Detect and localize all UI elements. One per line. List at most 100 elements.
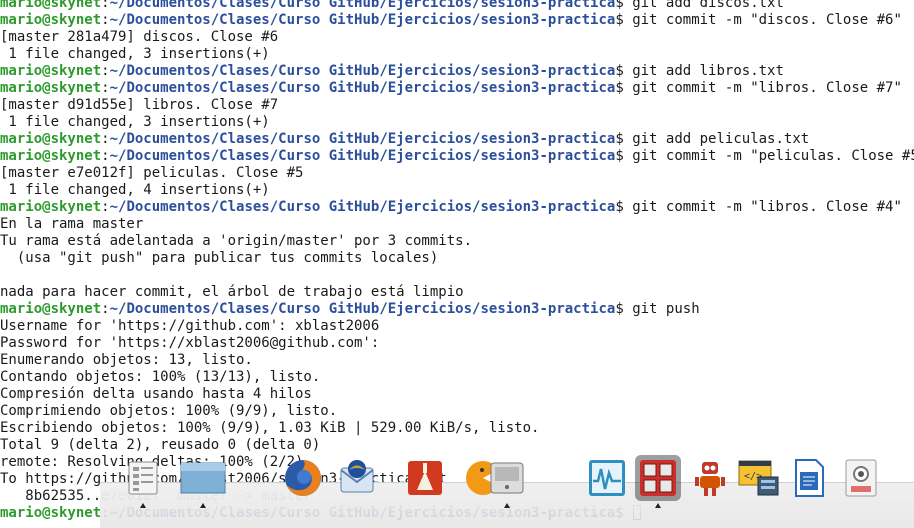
output-text: Password for 'https://xblast2006@github.… (0, 335, 380, 351)
disk-drive-launcher[interactable] (484, 455, 530, 508)
bleachbit-icon (404, 457, 446, 499)
command-line: mario@skynet:~/Documentos/Clases/Curso G… (0, 0, 914, 12)
prompt-user: mario@skynet (0, 131, 102, 147)
prompt-symbol: $ (615, 131, 633, 147)
output-text: Enumerando objetos: 13, listo. (0, 352, 253, 368)
firefox-icon (282, 457, 324, 499)
command-line: mario@skynet:~/Documentos/Clases/Curso G… (0, 148, 914, 165)
robot-launcher[interactable] (687, 455, 733, 501)
running-indicator (200, 503, 206, 508)
web-editor-launcher[interactable]: </> (736, 455, 782, 501)
command-line: mario@skynet:~/Documentos/Clases/Curso G… (0, 131, 914, 148)
output-text: [master d91d55e] libros. Close #7 (0, 97, 279, 113)
prompt-separator: : (101, 148, 110, 164)
prompt-path: ~/Documentos/Clases/Curso GitHub/Ejercic… (109, 199, 616, 215)
prompt-symbol: $ (615, 80, 633, 96)
output-line: En la rama master (0, 216, 914, 233)
bleachbit-launcher[interactable] (402, 455, 448, 501)
terminal-icon (638, 458, 678, 498)
disk-drive-icon (486, 457, 528, 499)
prompt-user: mario@skynet (0, 63, 102, 79)
writer-icon (788, 457, 830, 499)
output-line: (usa "git push" para publicar tus commit… (0, 250, 914, 267)
output-line: Tu rama está adelantada a 'origin/master… (0, 233, 914, 250)
web-editor-icon: </> (736, 457, 782, 499)
command-line: mario@skynet:~/Documentos/Clases/Curso G… (0, 199, 914, 216)
prompt-symbol: $ (615, 0, 633, 11)
robot-icon (689, 457, 731, 499)
output-text: En la rama master (0, 216, 144, 232)
output-text: Tu rama está adelantada a 'origin/master… (0, 233, 473, 249)
output-line: 1 file changed, 3 insertions(+) (0, 46, 914, 63)
command-line: mario@skynet:~/Documentos/Clases/Curso G… (0, 80, 914, 97)
running-indicator (140, 503, 146, 508)
terminal-launcher[interactable] (635, 455, 681, 508)
command-text: git push (632, 301, 700, 317)
output-line: nada para hacer commit, el árbol de trab… (0, 284, 914, 301)
prompt-path: ~/Documentos/Clases/Curso GitHub/Ejercic… (109, 301, 616, 317)
dock: </> (100, 455, 914, 528)
prompt-symbol: $ (615, 63, 633, 79)
prompt-user: mario@skynet (0, 301, 102, 317)
system-monitor-icon (586, 457, 628, 499)
output-line: [master e7e012f] peliculas. Close #5 (0, 165, 914, 182)
screenshot-launcher[interactable] (838, 455, 884, 501)
terminal-output[interactable]: mario@skynet:~/Documentos/Clases/Curso G… (0, 0, 914, 522)
files-launcher[interactable] (120, 455, 166, 508)
output-line: [master d91d55e] libros. Close #7 (0, 97, 914, 114)
prompt-path: ~/Documentos/Clases/Curso GitHub/Ejercic… (109, 63, 616, 79)
command-text: git add discos.txt (632, 0, 784, 11)
window-preview-launcher[interactable] (180, 455, 226, 508)
output-text: Escribiendo objetos: 100% (9/9), 1.03 Ki… (0, 420, 540, 436)
command-line: mario@skynet:~/Documentos/Clases/Curso G… (0, 63, 914, 80)
thunderbird-launcher[interactable] (334, 455, 380, 501)
output-text: Contando objetos: 100% (13/13), listo. (0, 369, 321, 385)
prompt-user: mario@skynet (0, 80, 102, 96)
command-text: git commit -m "peliculas. Close #5" (632, 148, 914, 164)
prompt-user: mario@skynet (0, 148, 102, 164)
prompt-symbol: $ (615, 12, 633, 28)
prompt-path: ~/Documentos/Clases/Curso GitHub/Ejercic… (109, 12, 616, 28)
command-line: mario@skynet:~/Documentos/Clases/Curso G… (0, 301, 914, 318)
output-line: 1 file changed, 3 insertions(+) (0, 114, 914, 131)
output-text: 1 file changed, 3 insertions(+) (0, 114, 270, 130)
command-line: mario@skynet:~/Documentos/Clases/Curso G… (0, 12, 914, 29)
files-icon (123, 458, 163, 498)
command-text: git commit -m "discos. Close #6" (632, 12, 902, 28)
output-line: Contando objetos: 100% (13/13), listo. (0, 369, 914, 386)
output-line: 1 file changed, 4 insertions(+) (0, 182, 914, 199)
output-text: 1 file changed, 3 insertions(+) (0, 46, 270, 62)
prompt-user: mario@skynet (0, 199, 102, 215)
prompt-separator: : (101, 0, 110, 11)
window-preview-icon (180, 460, 226, 496)
prompt-path: ~/Documentos/Clases/Curso GitHub/Ejercic… (109, 0, 616, 11)
firefox-launcher[interactable] (280, 455, 326, 501)
writer-launcher[interactable] (786, 455, 832, 501)
prompt-symbol: $ (615, 199, 633, 215)
prompt-path: ~/Documentos/Clases/Curso GitHub/Ejercic… (109, 131, 616, 147)
output-line: [master 281a479] discos. Close #6 (0, 29, 914, 46)
output-line: Username for 'https://github.com': xblas… (0, 318, 914, 335)
output-line: Comprimiendo objetos: 100% (9/9), listo. (0, 403, 914, 420)
system-monitor-launcher[interactable] (584, 455, 630, 501)
prompt-path: ~/Documentos/Clases/Curso GitHub/Ejercic… (109, 148, 616, 164)
output-text: Username for 'https://github.com': xblas… (0, 318, 380, 334)
prompt-separator: : (101, 63, 110, 79)
output-text: Comprimiendo objetos: 100% (9/9), listo. (0, 403, 338, 419)
output-text: [master e7e012f] peliculas. Close #5 (0, 165, 304, 181)
output-text: Compresión delta usando hasta 4 hilos (0, 386, 312, 402)
screenshot-icon (840, 457, 882, 499)
output-text: 1 file changed, 4 insertions(+) (0, 182, 270, 198)
prompt-user: mario@skynet (0, 505, 102, 521)
prompt-separator: : (101, 12, 110, 28)
output-text: [master 281a479] discos. Close #6 (0, 29, 279, 45)
prompt-symbol: $ (615, 148, 633, 164)
output-line: Password for 'https://xblast2006@github.… (0, 335, 914, 352)
prompt-separator: : (101, 301, 110, 317)
command-text: git add peliculas.txt (632, 131, 810, 147)
output-line: Enumerando objetos: 13, listo. (0, 352, 914, 369)
output-line: Escribiendo objetos: 100% (9/9), 1.03 Ki… (0, 420, 914, 437)
prompt-separator: : (101, 199, 110, 215)
prompt-symbol: $ (615, 301, 633, 317)
command-text: git commit -m "libros. Close #4" (632, 199, 902, 215)
